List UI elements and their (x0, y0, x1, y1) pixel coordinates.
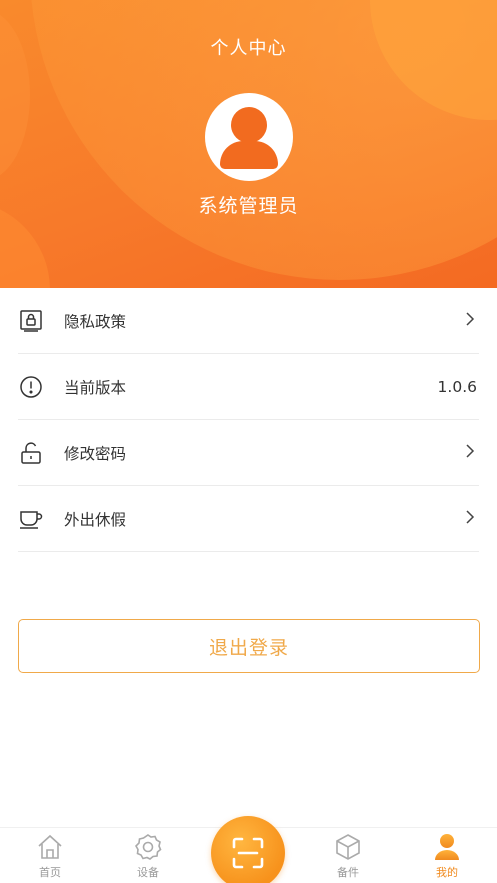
settings-menu: 隐私政策 当前版本 1.0.6 修改密码 外出休假 (0, 288, 497, 552)
avatar-head (231, 107, 267, 143)
info-circle-icon (18, 374, 44, 400)
home-icon (38, 834, 62, 859)
tab-spare-parts[interactable]: 备件 (313, 832, 383, 882)
version-value: 1.0.6 (437, 377, 477, 396)
menu-item-label: 外出休假 (64, 510, 127, 529)
menu-item-change-password[interactable]: 修改密码 (18, 420, 479, 486)
menu-item-label: 当前版本 (64, 378, 127, 397)
tab-label: 备件 (337, 866, 359, 879)
chevron-right-icon (463, 311, 477, 330)
tab-label: 我的 (436, 866, 458, 879)
menu-item-vacation[interactable]: 外出休假 (18, 486, 479, 552)
profile-header: 个人中心 系统管理员 (0, 0, 497, 288)
scan-button[interactable] (211, 816, 285, 883)
tab-devices[interactable]: 设备 (113, 832, 183, 882)
avatar[interactable] (205, 93, 293, 181)
box-icon (336, 834, 360, 860)
unlock-icon (18, 440, 44, 466)
scan-icon (232, 837, 264, 869)
menu-item-label: 修改密码 (64, 444, 127, 463)
menu-item-privacy-policy[interactable]: 隐私政策 (18, 288, 479, 354)
tab-home[interactable]: 首页 (15, 832, 85, 882)
menu-item-current-version: 当前版本 1.0.6 (18, 354, 479, 420)
user-name: 系统管理员 (198, 195, 299, 217)
tab-label: 设备 (137, 866, 159, 879)
chevron-right-icon (463, 443, 477, 462)
avatar-body (220, 141, 278, 169)
menu-item-label: 隐私政策 (64, 312, 127, 331)
chevron-right-icon (463, 509, 477, 528)
tab-label: 首页 (39, 866, 61, 879)
user-icon (435, 834, 459, 860)
logout-button[interactable]: 退出登录 (18, 619, 480, 673)
privacy-doc-icon (18, 308, 44, 334)
gear-icon (135, 834, 162, 860)
coffee-cup-icon (18, 506, 44, 532)
tab-mine[interactable]: 我的 (412, 832, 482, 882)
page-title: 个人中心 (210, 38, 287, 59)
